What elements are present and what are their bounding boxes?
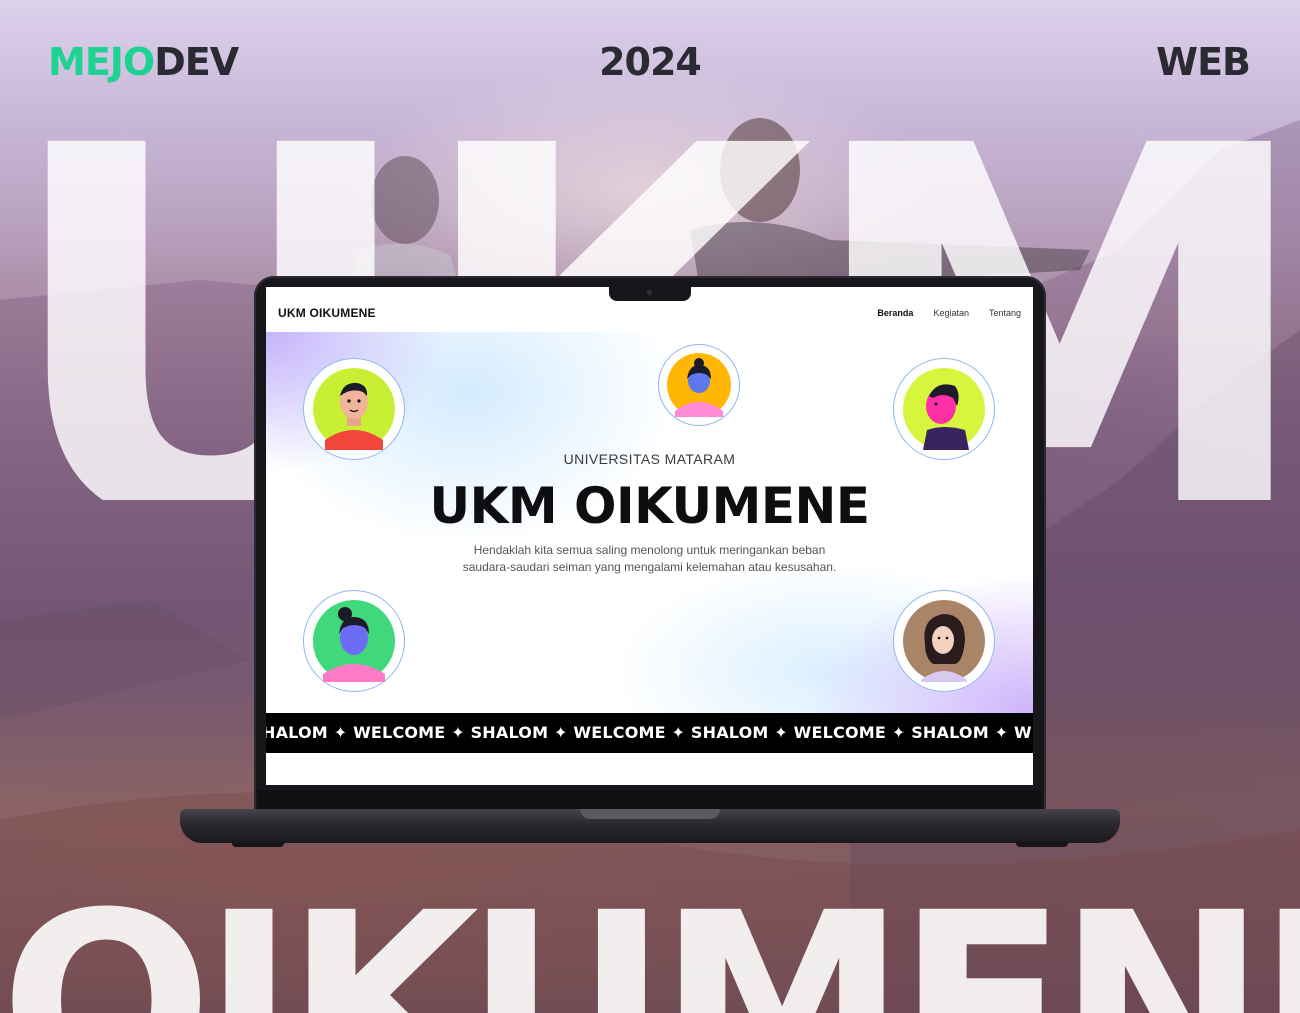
avatar-woman-yellow <box>658 344 740 426</box>
hero-title: UKM OIKUMENE <box>429 477 871 535</box>
laptop-bezel-bottom <box>258 790 1042 810</box>
avatar-woman-green-illustration <box>313 600 395 682</box>
next-section <box>266 753 1033 785</box>
hero-description-line1: Hendaklah kita semua saling menolong unt… <box>473 543 826 557</box>
camera-notch <box>609 286 691 301</box>
hero-description-line2: saudara-saudari seiman yang mengalami ke… <box>462 560 837 574</box>
site-logo[interactable]: UKM OIKUMENE <box>278 306 376 320</box>
avatar-man-green-illustration <box>313 368 395 450</box>
year-label: 2024 <box>599 40 702 84</box>
category-label: WEB <box>1156 40 1251 84</box>
avatar-woman-brown-illustration <box>903 600 985 682</box>
nav-link-beranda[interactable]: Beranda <box>877 308 913 318</box>
laptop-foot-left <box>232 842 284 847</box>
avatar-man-pink <box>893 358 995 460</box>
avatar-woman-yellow-illustration <box>667 353 731 417</box>
hero-description: Hendaklah kita semua saling menolong unt… <box>426 542 873 576</box>
site-nav-links: Beranda Kegiatan Tentang <box>877 308 1021 318</box>
welcome-marquee: HALOM ✦ WELCOME ✦ SHALOM ✦ WELCOME ✦ SHA… <box>266 713 1033 753</box>
background-big-text-bottom: OIKUMENE <box>0 880 1300 1013</box>
marquee-text: HALOM ✦ WELCOME ✦ SHALOM ✦ WELCOME ✦ SHA… <box>266 723 1033 742</box>
avatar-woman-green <box>303 590 405 692</box>
laptop-base-notch <box>580 809 720 819</box>
hero-subtitle: UNIVERSITAS MATARAM <box>563 451 736 467</box>
hero-section: UNIVERSITAS MATARAM UKM OIKUMENE Hendakl… <box>266 332 1033 713</box>
laptop-screen: UKM OIKUMENE Beranda Kegiatan Tentang UN… <box>266 287 1033 785</box>
avatar-woman-brown <box>893 590 995 692</box>
laptop-foot-right <box>1016 842 1068 847</box>
avatar-man-green <box>303 358 405 460</box>
avatar-man-pink-illustration <box>903 368 985 450</box>
nav-link-tentang[interactable]: Tentang <box>989 308 1021 318</box>
nav-link-kegiatan[interactable]: Kegiatan <box>933 308 969 318</box>
